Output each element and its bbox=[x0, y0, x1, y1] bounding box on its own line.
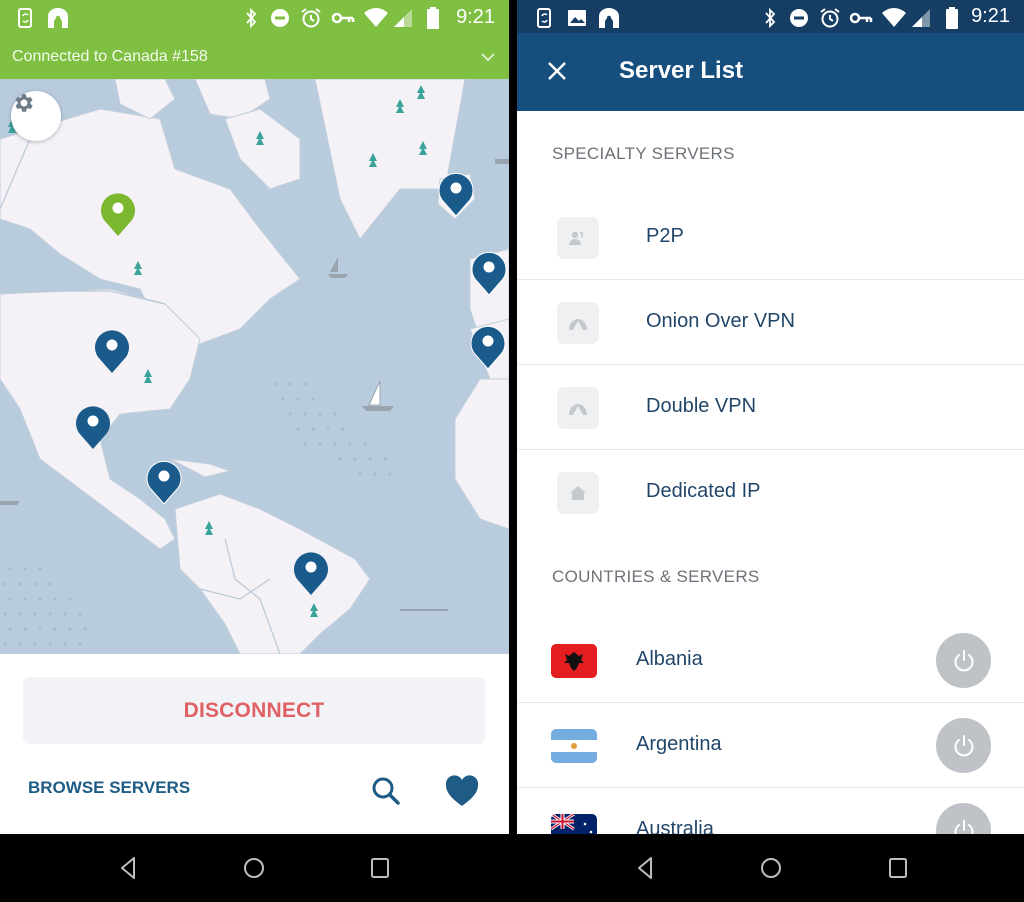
cell-signal-icon bbox=[393, 8, 413, 28]
connection-status-text: Connected to Canada #158 bbox=[12, 48, 208, 65]
wifi-icon bbox=[881, 8, 907, 28]
home-icon[interactable] bbox=[757, 854, 785, 882]
location-pin-mexico[interactable] bbox=[74, 403, 112, 451]
heart-icon[interactable] bbox=[444, 774, 480, 808]
power-icon bbox=[954, 649, 973, 671]
specialty-servers-header: SPECIALTY SERVERS bbox=[552, 144, 735, 163]
power-icon bbox=[954, 734, 973, 756]
double-vpn-icon bbox=[557, 387, 599, 429]
specialty-server-dedicated-ip[interactable]: Dedicated IP bbox=[517, 451, 1024, 535]
connection-status-banner[interactable]: Connected to Canada #158 bbox=[0, 36, 509, 79]
vpn-key-icon bbox=[331, 8, 355, 28]
settings-button[interactable] bbox=[11, 91, 61, 141]
page-title: Server List bbox=[619, 57, 744, 84]
power-icon bbox=[954, 819, 973, 834]
location-pin-united-states[interactable] bbox=[93, 327, 131, 375]
location-pin-brazil[interactable] bbox=[292, 549, 330, 597]
vpn-key-icon bbox=[849, 8, 873, 28]
specialty-server-label: P2P bbox=[646, 225, 684, 247]
android-nav-bar bbox=[0, 834, 1024, 902]
wifi-icon bbox=[363, 8, 389, 28]
home-icon bbox=[557, 472, 599, 514]
p2p-users-icon bbox=[557, 217, 599, 259]
specialty-server-double-vpn[interactable]: Double VPN bbox=[517, 366, 1024, 450]
onion-icon bbox=[557, 302, 599, 344]
clock: 9:21 bbox=[971, 5, 1010, 27]
recents-icon[interactable] bbox=[884, 854, 912, 882]
active-location-pin-canada[interactable] bbox=[99, 190, 137, 238]
search-icon[interactable] bbox=[369, 774, 403, 808]
albania-flag-icon bbox=[551, 644, 597, 678]
chevron-down-icon[interactable] bbox=[479, 48, 497, 66]
gear-icon bbox=[15, 94, 33, 112]
back-icon[interactable] bbox=[114, 854, 142, 882]
argentina-flag-icon bbox=[551, 729, 597, 763]
connect-power-button[interactable] bbox=[936, 718, 991, 773]
countries-servers-header: COUNTRIES & SERVERS bbox=[552, 567, 760, 586]
specialty-server-p2p[interactable]: P2P bbox=[517, 196, 1024, 280]
phone-sync-icon bbox=[16, 8, 36, 28]
location-pin-europe-west-1[interactable] bbox=[470, 249, 508, 297]
map-illustration bbox=[0, 79, 509, 654]
bluetooth-icon bbox=[244, 8, 258, 28]
right-screen: 9:21 Server List SPECIALTY SERVERS P2P O… bbox=[517, 0, 1024, 834]
vpn-keyhole-icon bbox=[597, 8, 621, 28]
specialty-server-label: Onion Over VPN bbox=[646, 310, 795, 332]
specialty-server-onion-over-vpn[interactable]: Onion Over VPN bbox=[517, 281, 1024, 365]
clock: 9:21 bbox=[456, 6, 495, 28]
country-row-argentina[interactable]: Argentina bbox=[517, 703, 1024, 788]
country-label: Albania bbox=[636, 648, 703, 670]
connect-power-button[interactable] bbox=[936, 803, 991, 834]
disconnect-button[interactable]: DISCONNECT bbox=[23, 677, 485, 744]
server-map[interactable] bbox=[0, 79, 509, 654]
location-pin-central-america[interactable] bbox=[145, 458, 183, 506]
specialty-server-label: Double VPN bbox=[646, 395, 757, 417]
specialty-server-label: Dedicated IP bbox=[646, 480, 761, 502]
country-label: Argentina bbox=[636, 733, 722, 755]
image-icon bbox=[567, 8, 587, 28]
recents-icon[interactable] bbox=[366, 854, 394, 882]
alarm-icon bbox=[300, 8, 322, 28]
cell-signal-icon bbox=[911, 8, 931, 28]
status-bar: 9:21 bbox=[517, 0, 1024, 33]
back-icon[interactable] bbox=[631, 854, 659, 882]
connect-power-button[interactable] bbox=[936, 633, 991, 688]
battery-icon bbox=[945, 7, 959, 29]
do-not-disturb-icon bbox=[270, 8, 290, 28]
battery-icon bbox=[426, 7, 440, 29]
location-pin-greenland[interactable] bbox=[437, 170, 475, 218]
australia-flag-icon bbox=[551, 814, 597, 834]
connection-panel: DISCONNECT BROWSE SERVERS bbox=[0, 654, 509, 834]
left-screen: 9:21 Connected to Canada #158 DISCONNECT… bbox=[0, 0, 509, 834]
app-bar: Server List bbox=[517, 33, 1024, 111]
browse-servers-button[interactable]: BROWSE SERVERS bbox=[28, 778, 190, 798]
phone-sync-icon bbox=[535, 8, 555, 28]
country-row-australia[interactable]: Australia bbox=[517, 788, 1024, 834]
alarm-icon bbox=[819, 8, 841, 28]
bluetooth-icon bbox=[763, 8, 777, 28]
home-icon[interactable] bbox=[240, 854, 268, 882]
status-bar: 9:21 bbox=[0, 0, 509, 36]
vpn-keyhole-icon bbox=[46, 8, 70, 28]
location-pin-europe-west-2[interactable] bbox=[469, 323, 507, 371]
close-icon[interactable] bbox=[545, 59, 569, 83]
country-row-albania[interactable]: Albania bbox=[517, 618, 1024, 703]
do-not-disturb-icon bbox=[789, 8, 809, 28]
country-label: Australia bbox=[636, 818, 714, 834]
